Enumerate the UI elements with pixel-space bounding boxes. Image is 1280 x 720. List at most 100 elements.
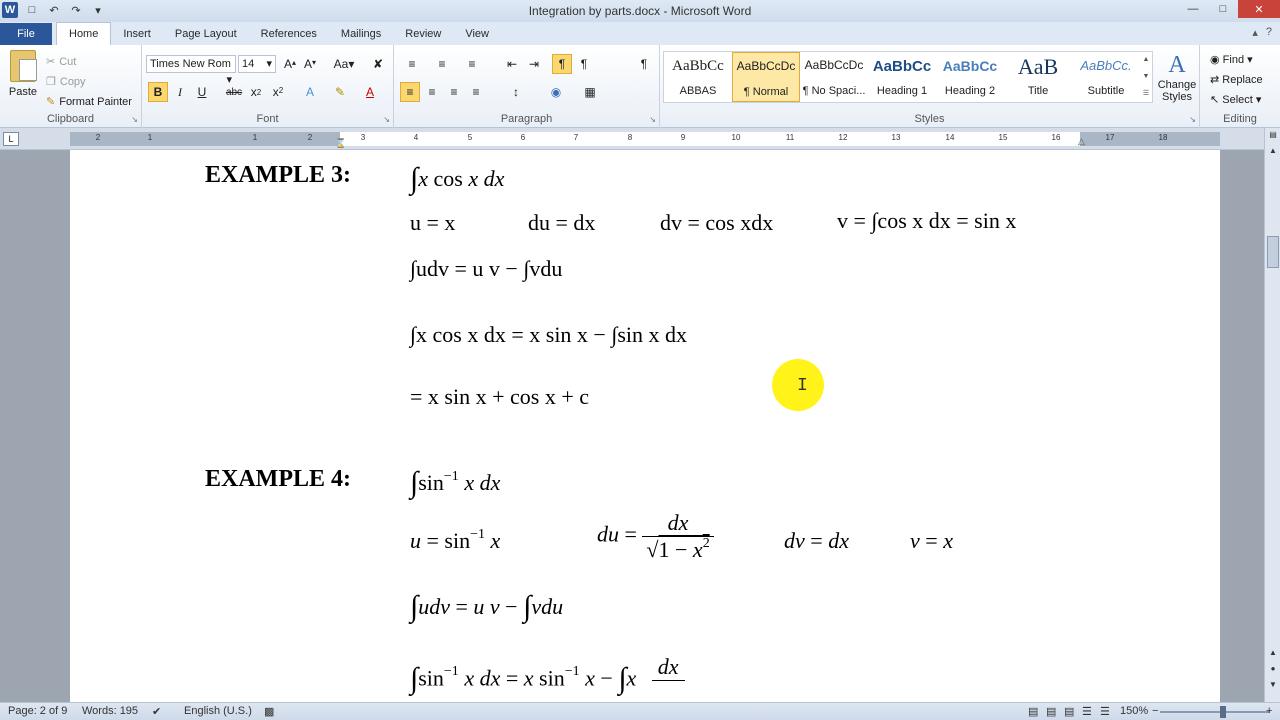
example-3-result: = x sin x + cos x + c xyxy=(410,384,589,409)
bullets-icon[interactable]: ≡ xyxy=(402,54,422,74)
subscript-button[interactable]: x2 xyxy=(246,82,266,102)
document-page[interactable]: EXAMPLE 3: ∫x cos x dx u = x du = dx dv … xyxy=(70,150,1220,702)
justify-button[interactable]: ≡ xyxy=(466,82,486,102)
vertical-scrollbar[interactable]: ▤ ▲ ▲ ● ▼ xyxy=(1264,128,1280,702)
style-name: Subtitle xyxy=(1087,85,1125,97)
style-heading-2[interactable]: AaBbCc Heading 2 xyxy=(936,52,1004,102)
scroll-up-icon[interactable]: ▲ xyxy=(1265,146,1280,160)
zoom-slider[interactable] xyxy=(1160,711,1270,713)
right-indent-marker-icon[interactable]: △ xyxy=(1078,136,1085,147)
maximize-button[interactable]: □ xyxy=(1208,0,1238,18)
format-painter-button[interactable]: ✎ Format Painter xyxy=(46,92,132,112)
previous-page-icon[interactable]: ▲ xyxy=(1265,648,1280,662)
borders-icon[interactable]: ▦ xyxy=(580,82,600,102)
change-case-icon[interactable]: Aa▾ xyxy=(330,54,358,74)
line-spacing-icon[interactable]: ↕ xyxy=(506,82,526,102)
underline-button[interactable]: U xyxy=(192,82,212,102)
text-effects-icon[interactable]: A xyxy=(300,82,320,102)
dialog-launcher-icon[interactable]: ↘ xyxy=(383,115,390,124)
font-size-box[interactable]: 14 ▾ xyxy=(238,55,276,73)
tab-home[interactable]: Home xyxy=(56,22,112,45)
cut-button[interactable]: ✂ Cut xyxy=(46,52,132,72)
minimize-button[interactable]: — xyxy=(1178,0,1208,18)
rtl-text-direction-icon[interactable]: ¶ xyxy=(574,54,594,74)
style-abbas[interactable]: AaBbCc ABBAS xyxy=(664,52,732,102)
multilevel-list-icon[interactable]: ≡ xyxy=(462,54,482,74)
clear-formatting-icon[interactable]: ✘ xyxy=(368,54,388,74)
u-equation: u = x xyxy=(410,210,456,235)
tab-view[interactable]: View xyxy=(453,23,501,45)
outline-view-icon[interactable]: ☰ xyxy=(1082,705,1092,718)
tab-page-layout[interactable]: Page Layout xyxy=(163,23,249,45)
indent-marker-icon[interactable]: ⌛ xyxy=(335,138,346,149)
dialog-launcher-icon[interactable]: ↘ xyxy=(649,115,656,124)
scrollbar-thumb[interactable] xyxy=(1267,236,1279,268)
page-indicator[interactable]: Page: 2 of 9 xyxy=(8,705,67,717)
u-equation-4: u = sin−1 x xyxy=(410,526,501,553)
tab-selector-icon[interactable]: L xyxy=(3,132,19,146)
close-button[interactable]: ✕ xyxy=(1238,0,1280,18)
dialog-launcher-icon[interactable]: ↘ xyxy=(131,115,138,124)
style-heading-1[interactable]: AaBbCc Heading 1 xyxy=(868,52,936,102)
style-subtitle[interactable]: AaBbCc. Subtitle xyxy=(1072,52,1140,102)
align-right-button[interactable]: ≡ xyxy=(444,82,464,102)
zoom-in-icon[interactable]: + xyxy=(1266,705,1272,717)
font-color-icon[interactable]: A xyxy=(360,82,380,102)
align-center-button[interactable]: ≡ xyxy=(422,82,442,102)
example-3-integral: ∫x cos x dx xyxy=(410,162,505,195)
language-indicator[interactable]: English (U.S.) xyxy=(184,705,252,717)
show-formatting-icon[interactable]: ¶ xyxy=(634,54,654,74)
select-button[interactable]: ↖ Select ▾ xyxy=(1210,90,1263,110)
highlight-icon[interactable]: ✎ xyxy=(330,82,350,102)
minimize-ribbon-icon[interactable]: ▴ xyxy=(1252,26,1258,39)
font-name-box[interactable]: Times New Rom ▾ xyxy=(146,55,236,86)
replace-button[interactable]: ⇄ Replace xyxy=(1210,70,1263,90)
zoom-out-icon[interactable]: − xyxy=(1152,705,1158,717)
style-name: Heading 1 xyxy=(876,85,928,97)
v-equation-4: v = x xyxy=(910,528,953,553)
tab-mailings[interactable]: Mailings xyxy=(329,23,393,45)
tab-insert[interactable]: Insert xyxy=(111,23,163,45)
style-no-spacing[interactable]: AaBbCcDc ¶ No Spaci... xyxy=(800,52,868,102)
macro-icon[interactable]: ▩ xyxy=(264,705,274,718)
numbering-icon[interactable]: ≡ xyxy=(432,54,452,74)
align-left-button[interactable]: ≡ xyxy=(400,82,420,102)
increase-indent-icon[interactable]: ⇥ xyxy=(524,54,544,74)
help-icon[interactable]: ? xyxy=(1266,26,1272,39)
style-title[interactable]: AaB Title xyxy=(1004,52,1072,102)
italic-button[interactable]: I xyxy=(170,82,190,102)
zoom-slider-knob[interactable] xyxy=(1220,706,1226,718)
zoom-level[interactable]: 150% xyxy=(1120,705,1148,717)
next-page-icon[interactable]: ▼ xyxy=(1265,680,1280,694)
paste-button[interactable]: Paste xyxy=(6,50,40,98)
ltr-text-direction-icon[interactable]: ¶ xyxy=(552,54,572,74)
draft-view-icon[interactable]: ☰ xyxy=(1100,705,1110,718)
superscript-button[interactable]: x2 xyxy=(268,82,288,102)
tab-references[interactable]: References xyxy=(249,23,329,45)
grow-font-icon[interactable]: A ▴ xyxy=(280,54,300,74)
find-button[interactable]: ◉ Find ▾ xyxy=(1210,50,1263,70)
proofing-icon[interactable]: ✔ xyxy=(152,705,161,718)
browse-object-icon[interactable]: ● xyxy=(1265,664,1280,678)
font-group-label: Font xyxy=(256,113,279,125)
word-count[interactable]: Words: 195 xyxy=(82,705,138,717)
copy-button[interactable]: ❐ Copy xyxy=(46,72,132,92)
ruler-number: 13 xyxy=(891,133,901,142)
web-layout-view-icon[interactable]: ▤ xyxy=(1064,705,1074,718)
gallery-scroll[interactable]: ▲ ▼ ☰ xyxy=(1140,51,1152,103)
tab-file[interactable]: File xyxy=(0,23,52,45)
paste-label: Paste xyxy=(8,86,38,98)
full-screen-view-icon[interactable]: ▤ xyxy=(1046,705,1056,718)
bold-button[interactable]: B xyxy=(148,82,168,102)
ruler-toggle-icon[interactable]: ▤ xyxy=(1265,130,1280,144)
tab-review[interactable]: Review xyxy=(393,23,453,45)
shrink-font-icon[interactable]: A ▾ xyxy=(300,54,320,74)
change-styles-button[interactable]: A Change Styles xyxy=(1156,51,1198,103)
strikethrough-button[interactable]: abc xyxy=(224,82,244,102)
horizontal-ruler[interactable]: 2 1 1 2 3 4 5 6 7 8 9 10 11 12 13 14 15 … xyxy=(70,132,1220,149)
print-layout-view-icon[interactable]: ▤ xyxy=(1028,705,1038,718)
shading-icon[interactable]: ◉ xyxy=(546,82,566,102)
style-normal[interactable]: AaBbCcDc ¶ Normal xyxy=(732,52,800,102)
dialog-launcher-icon[interactable]: ↘ xyxy=(1189,115,1196,124)
decrease-indent-icon[interactable]: ⇤ xyxy=(502,54,522,74)
